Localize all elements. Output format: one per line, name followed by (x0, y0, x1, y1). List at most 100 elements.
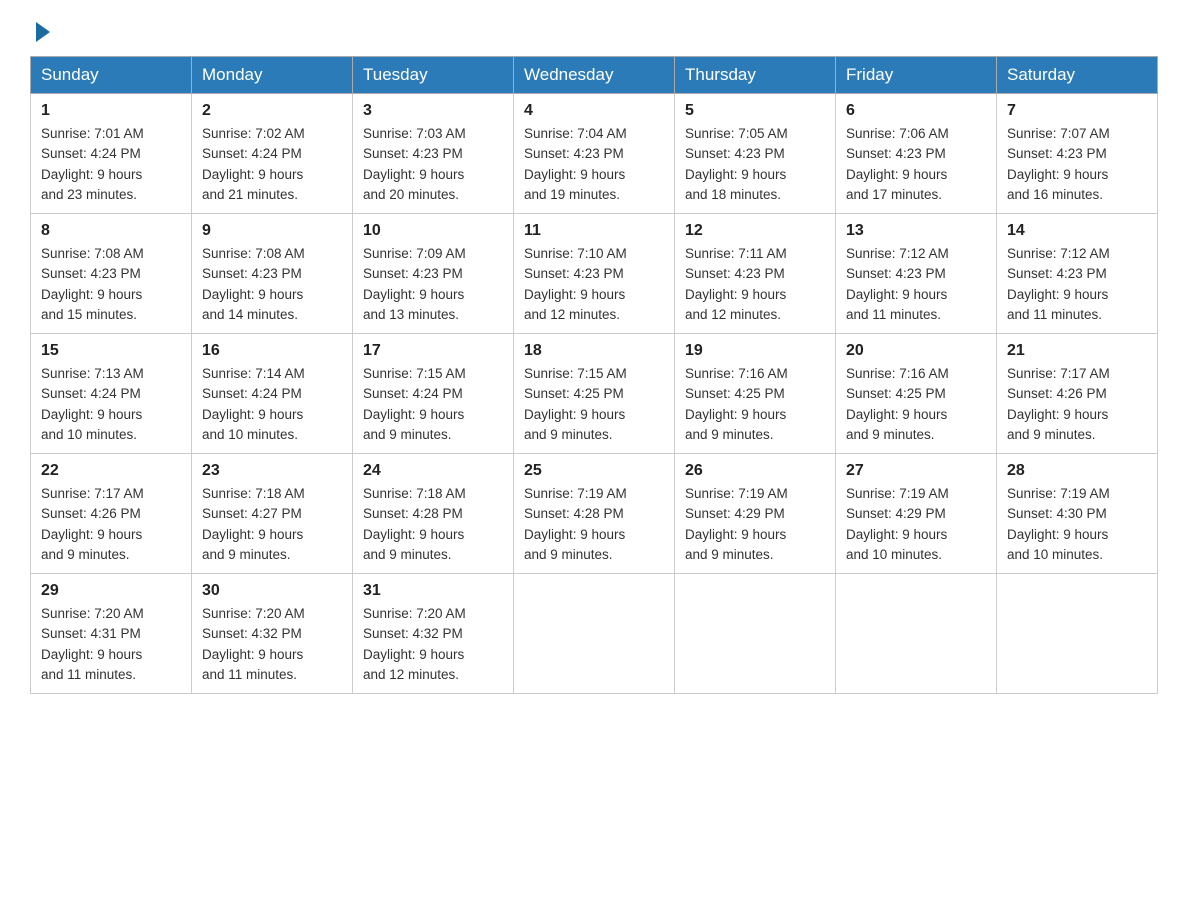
day-info: Sunrise: 7:19 AM Sunset: 4:29 PM Dayligh… (846, 484, 986, 565)
calendar-cell: 27 Sunrise: 7:19 AM Sunset: 4:29 PM Dayl… (836, 454, 997, 574)
day-info: Sunrise: 7:19 AM Sunset: 4:30 PM Dayligh… (1007, 484, 1147, 565)
calendar-table: SundayMondayTuesdayWednesdayThursdayFrid… (30, 56, 1158, 694)
calendar-cell: 7 Sunrise: 7:07 AM Sunset: 4:23 PM Dayli… (997, 94, 1158, 214)
calendar-cell: 8 Sunrise: 7:08 AM Sunset: 4:23 PM Dayli… (31, 214, 192, 334)
calendar-cell (836, 574, 997, 694)
calendar-cell: 21 Sunrise: 7:17 AM Sunset: 4:26 PM Dayl… (997, 334, 1158, 454)
day-number: 29 (41, 582, 181, 600)
day-info: Sunrise: 7:10 AM Sunset: 4:23 PM Dayligh… (524, 244, 664, 325)
day-number: 22 (41, 462, 181, 480)
day-info: Sunrise: 7:16 AM Sunset: 4:25 PM Dayligh… (846, 364, 986, 445)
calendar-cell: 10 Sunrise: 7:09 AM Sunset: 4:23 PM Dayl… (353, 214, 514, 334)
calendar-cell: 31 Sunrise: 7:20 AM Sunset: 4:32 PM Dayl… (353, 574, 514, 694)
calendar-cell: 11 Sunrise: 7:10 AM Sunset: 4:23 PM Dayl… (514, 214, 675, 334)
day-info: Sunrise: 7:12 AM Sunset: 4:23 PM Dayligh… (846, 244, 986, 325)
calendar-cell: 2 Sunrise: 7:02 AM Sunset: 4:24 PM Dayli… (192, 94, 353, 214)
calendar-cell: 6 Sunrise: 7:06 AM Sunset: 4:23 PM Dayli… (836, 94, 997, 214)
day-number: 9 (202, 222, 342, 240)
calendar-cell: 5 Sunrise: 7:05 AM Sunset: 4:23 PM Dayli… (675, 94, 836, 214)
day-number: 23 (202, 462, 342, 480)
day-info: Sunrise: 7:09 AM Sunset: 4:23 PM Dayligh… (363, 244, 503, 325)
week-row-3: 15 Sunrise: 7:13 AM Sunset: 4:24 PM Dayl… (31, 334, 1158, 454)
calendar-cell (997, 574, 1158, 694)
day-number: 11 (524, 222, 664, 240)
calendar-cell: 9 Sunrise: 7:08 AM Sunset: 4:23 PM Dayli… (192, 214, 353, 334)
calendar-cell: 22 Sunrise: 7:17 AM Sunset: 4:26 PM Dayl… (31, 454, 192, 574)
day-number: 13 (846, 222, 986, 240)
calendar-cell: 13 Sunrise: 7:12 AM Sunset: 4:23 PM Dayl… (836, 214, 997, 334)
page-header (30, 20, 1158, 40)
day-info: Sunrise: 7:06 AM Sunset: 4:23 PM Dayligh… (846, 124, 986, 205)
day-number: 5 (685, 102, 825, 120)
day-info: Sunrise: 7:08 AM Sunset: 4:23 PM Dayligh… (202, 244, 342, 325)
day-number: 18 (524, 342, 664, 360)
day-number: 6 (846, 102, 986, 120)
calendar-cell: 3 Sunrise: 7:03 AM Sunset: 4:23 PM Dayli… (353, 94, 514, 214)
day-number: 15 (41, 342, 181, 360)
day-number: 3 (363, 102, 503, 120)
day-info: Sunrise: 7:18 AM Sunset: 4:28 PM Dayligh… (363, 484, 503, 565)
weekday-header-saturday: Saturday (997, 57, 1158, 94)
calendar-cell: 19 Sunrise: 7:16 AM Sunset: 4:25 PM Dayl… (675, 334, 836, 454)
calendar-cell: 25 Sunrise: 7:19 AM Sunset: 4:28 PM Dayl… (514, 454, 675, 574)
day-info: Sunrise: 7:20 AM Sunset: 4:32 PM Dayligh… (363, 604, 503, 685)
calendar-cell: 12 Sunrise: 7:11 AM Sunset: 4:23 PM Dayl… (675, 214, 836, 334)
day-info: Sunrise: 7:20 AM Sunset: 4:31 PM Dayligh… (41, 604, 181, 685)
calendar-cell: 4 Sunrise: 7:04 AM Sunset: 4:23 PM Dayli… (514, 94, 675, 214)
weekday-header-sunday: Sunday (31, 57, 192, 94)
logo (30, 20, 50, 40)
day-info: Sunrise: 7:04 AM Sunset: 4:23 PM Dayligh… (524, 124, 664, 205)
day-number: 12 (685, 222, 825, 240)
day-info: Sunrise: 7:13 AM Sunset: 4:24 PM Dayligh… (41, 364, 181, 445)
day-info: Sunrise: 7:16 AM Sunset: 4:25 PM Dayligh… (685, 364, 825, 445)
day-number: 21 (1007, 342, 1147, 360)
day-info: Sunrise: 7:20 AM Sunset: 4:32 PM Dayligh… (202, 604, 342, 685)
weekday-header-tuesday: Tuesday (353, 57, 514, 94)
calendar-cell: 15 Sunrise: 7:13 AM Sunset: 4:24 PM Dayl… (31, 334, 192, 454)
day-info: Sunrise: 7:01 AM Sunset: 4:24 PM Dayligh… (41, 124, 181, 205)
weekday-header-friday: Friday (836, 57, 997, 94)
day-number: 4 (524, 102, 664, 120)
day-number: 28 (1007, 462, 1147, 480)
day-number: 17 (363, 342, 503, 360)
calendar-cell (514, 574, 675, 694)
day-info: Sunrise: 7:08 AM Sunset: 4:23 PM Dayligh… (41, 244, 181, 325)
weekday-header-thursday: Thursday (675, 57, 836, 94)
day-number: 30 (202, 582, 342, 600)
day-number: 26 (685, 462, 825, 480)
calendar-cell (675, 574, 836, 694)
day-number: 16 (202, 342, 342, 360)
calendar-cell: 26 Sunrise: 7:19 AM Sunset: 4:29 PM Dayl… (675, 454, 836, 574)
calendar-cell: 18 Sunrise: 7:15 AM Sunset: 4:25 PM Dayl… (514, 334, 675, 454)
weekday-header-row: SundayMondayTuesdayWednesdayThursdayFrid… (31, 57, 1158, 94)
day-info: Sunrise: 7:17 AM Sunset: 4:26 PM Dayligh… (1007, 364, 1147, 445)
calendar-cell: 16 Sunrise: 7:14 AM Sunset: 4:24 PM Dayl… (192, 334, 353, 454)
day-info: Sunrise: 7:17 AM Sunset: 4:26 PM Dayligh… (41, 484, 181, 565)
day-info: Sunrise: 7:14 AM Sunset: 4:24 PM Dayligh… (202, 364, 342, 445)
day-info: Sunrise: 7:02 AM Sunset: 4:24 PM Dayligh… (202, 124, 342, 205)
day-info: Sunrise: 7:03 AM Sunset: 4:23 PM Dayligh… (363, 124, 503, 205)
calendar-cell: 20 Sunrise: 7:16 AM Sunset: 4:25 PM Dayl… (836, 334, 997, 454)
day-info: Sunrise: 7:12 AM Sunset: 4:23 PM Dayligh… (1007, 244, 1147, 325)
day-info: Sunrise: 7:19 AM Sunset: 4:29 PM Dayligh… (685, 484, 825, 565)
day-number: 31 (363, 582, 503, 600)
day-number: 24 (363, 462, 503, 480)
day-info: Sunrise: 7:19 AM Sunset: 4:28 PM Dayligh… (524, 484, 664, 565)
week-row-5: 29 Sunrise: 7:20 AM Sunset: 4:31 PM Dayl… (31, 574, 1158, 694)
calendar-cell: 24 Sunrise: 7:18 AM Sunset: 4:28 PM Dayl… (353, 454, 514, 574)
calendar-cell: 28 Sunrise: 7:19 AM Sunset: 4:30 PM Dayl… (997, 454, 1158, 574)
day-number: 7 (1007, 102, 1147, 120)
day-number: 2 (202, 102, 342, 120)
logo-arrow-icon (36, 22, 50, 42)
calendar-cell: 14 Sunrise: 7:12 AM Sunset: 4:23 PM Dayl… (997, 214, 1158, 334)
day-info: Sunrise: 7:15 AM Sunset: 4:24 PM Dayligh… (363, 364, 503, 445)
week-row-2: 8 Sunrise: 7:08 AM Sunset: 4:23 PM Dayli… (31, 214, 1158, 334)
day-number: 20 (846, 342, 986, 360)
day-number: 19 (685, 342, 825, 360)
calendar-cell: 30 Sunrise: 7:20 AM Sunset: 4:32 PM Dayl… (192, 574, 353, 694)
calendar-cell: 1 Sunrise: 7:01 AM Sunset: 4:24 PM Dayli… (31, 94, 192, 214)
day-number: 25 (524, 462, 664, 480)
day-number: 10 (363, 222, 503, 240)
day-info: Sunrise: 7:11 AM Sunset: 4:23 PM Dayligh… (685, 244, 825, 325)
day-info: Sunrise: 7:05 AM Sunset: 4:23 PM Dayligh… (685, 124, 825, 205)
